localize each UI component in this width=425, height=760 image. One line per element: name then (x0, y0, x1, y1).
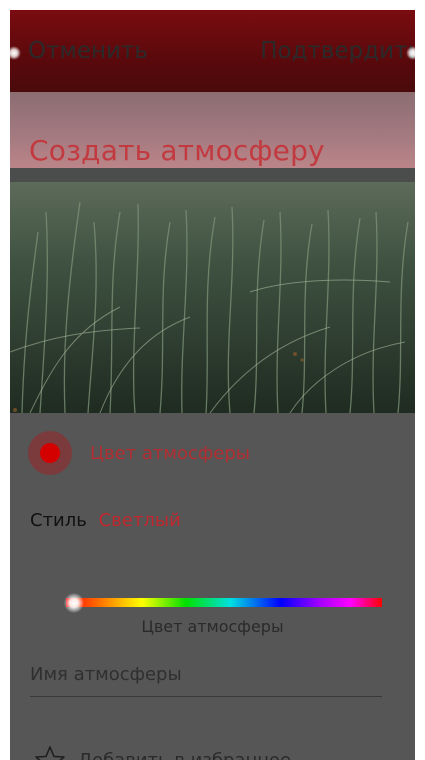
color-swatch[interactable] (28, 431, 72, 475)
cancel-button[interactable]: Отменить (28, 38, 148, 64)
style-combobox[interactable]: Стиль Светлый (30, 510, 181, 531)
color-swatch-dot (40, 443, 60, 463)
ambience-color-label: Цвет атмосферы (90, 442, 250, 464)
style-value: Светлый (98, 510, 181, 531)
ambience-editor-screen: Отменить Подтвердить Создать атмосферу Ц… (10, 10, 415, 760)
color-slider-handle[interactable] (64, 593, 84, 613)
color-slider-caption: Цвет атмосферы (141, 617, 284, 636)
add-to-favorites-label: Добавить в избранное (78, 749, 292, 760)
ambience-name-input[interactable]: Имя атмосферы (30, 658, 382, 697)
settings-panel: Цвет атмосферы Стиль Светлый Цвет атмосф… (10, 413, 415, 760)
confirm-button[interactable]: Подтвердить (260, 38, 415, 64)
ambience-name-placeholder: Имя атмосферы (30, 664, 182, 685)
page-title: Создать атмосферу (29, 134, 325, 167)
dialog-header: Отменить Подтвердить (10, 10, 415, 92)
star-outline-icon (35, 746, 65, 760)
pulley-glow-left (10, 46, 21, 60)
add-to-favorites-toggle[interactable]: Добавить в избранное (34, 745, 291, 760)
pulley-glow-right (406, 46, 415, 60)
style-label: Стиль (30, 510, 87, 531)
ambience-color-picker[interactable]: Цвет атмосферы (28, 431, 250, 475)
ambience-background-image[interactable]: Создать атмосферу (10, 92, 415, 413)
color-slider-track[interactable] (66, 598, 382, 607)
